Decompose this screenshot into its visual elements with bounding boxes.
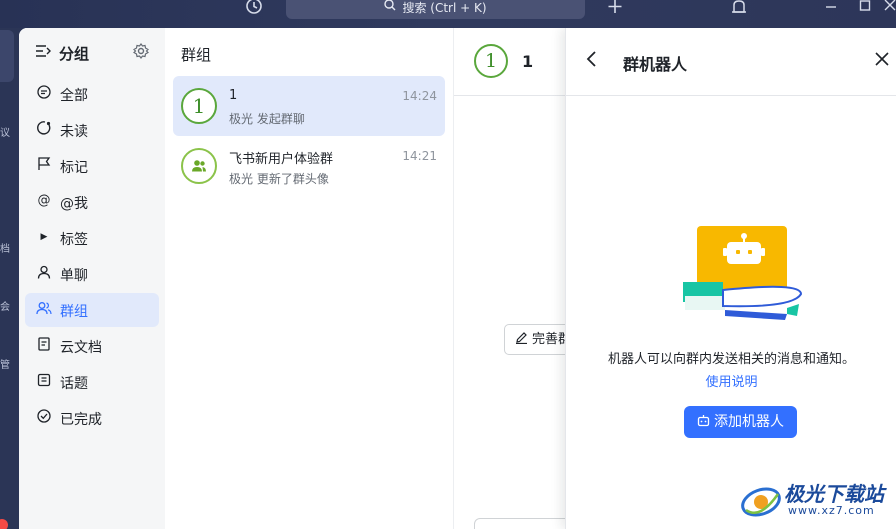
category-label: @我 (60, 196, 88, 212)
category-label: 未读 (60, 124, 88, 140)
chat-list: 群组 1 1 14:24 极光 发起群聊 飞书新用户体验群 14:21 极光 更… (165, 28, 453, 529)
category-label: 全部 (60, 88, 88, 104)
category-label: 群组 (60, 304, 88, 320)
list-item[interactable]: 飞书新用户体验群 14:21 极光 更新了群头像 (173, 136, 445, 196)
robot-illustration (683, 224, 803, 324)
chat-title: 1 (522, 52, 534, 71)
group-icon (191, 158, 207, 174)
usage-link[interactable]: 使用说明 (566, 371, 896, 390)
unread-icon (36, 121, 52, 137)
chat-time: 14:21 (402, 149, 437, 163)
divider (454, 95, 566, 96)
add-bot-button[interactable]: 添加机器人 (684, 406, 797, 438)
alarm-icon[interactable] (729, 0, 749, 20)
category-tags[interactable]: ▶ 标签 (25, 221, 159, 255)
category-groups[interactable]: 群组 (25, 293, 159, 327)
category-sidebar: 分组 全部 未读 标记 @ @我 ▶ 标签 单聊 群组 云文档 话题 已完成 (19, 28, 165, 529)
gear-icon[interactable] (133, 43, 149, 63)
avatar: 1 (181, 88, 217, 124)
check-circle-icon (36, 409, 52, 425)
chat-bubble-icon (36, 85, 52, 101)
category-label: 云文档 (60, 340, 102, 356)
chat-name: 飞书新用户体验群 (229, 152, 334, 167)
category-direct[interactable]: 单聊 (25, 257, 159, 291)
category-label: 标签 (60, 232, 88, 248)
watermark: 极光下载站 www.xz7.com (736, 476, 896, 524)
chat-preview: 极光 更新了群头像 (229, 172, 329, 186)
avatar (181, 148, 217, 184)
message-input[interactable] (474, 518, 574, 529)
list-title: 群组 (181, 46, 212, 64)
rail-label[interactable]: 议 (0, 124, 10, 139)
category-mentions[interactable]: @ @我 (25, 185, 159, 219)
avatar[interactable]: 1 (474, 44, 508, 78)
list-item[interactable]: 1 1 14:24 极光 发起群聊 (173, 76, 445, 136)
chat-preview: 极光 发起群聊 (229, 112, 305, 126)
main-panel: 分组 全部 未读 标记 @ @我 ▶ 标签 单聊 群组 云文档 话题 已完成 群… (19, 28, 896, 529)
chat-area: 1 1 完善群 (453, 28, 584, 529)
rail-label[interactable]: 管 (0, 356, 10, 371)
category-header: 分组 (35, 42, 153, 64)
drawer-description: 机器人可以向群内发送相关的消息和通知。 (607, 352, 855, 367)
minimize-icon[interactable] (821, 0, 841, 20)
drawer-header: 群机器人 (566, 28, 896, 96)
category-label: 单聊 (60, 268, 88, 284)
flag-icon (36, 157, 52, 173)
category-label: 标记 (60, 160, 88, 176)
watermark-url: www.xz7.com (788, 504, 875, 517)
category-label: 话题 (60, 376, 88, 392)
search-label: 搜索 (Ctrl + K) (402, 1, 487, 15)
drawer-title: 群机器人 (623, 55, 688, 74)
rail-active-item[interactable] (0, 30, 14, 82)
edit-icon (515, 332, 532, 347)
notification-badge (0, 519, 8, 529)
category-all[interactable]: 全部 (25, 77, 159, 111)
category-unread[interactable]: 未读 (25, 113, 159, 147)
watermark-logo-icon (740, 480, 782, 524)
category-title: 分组 (59, 45, 90, 63)
search-icon (384, 0, 396, 15)
chat-time: 14:24 (402, 89, 437, 103)
category-topics[interactable]: 话题 (25, 365, 159, 399)
caret-right-icon: ▶ (40, 232, 48, 242)
search-box[interactable]: 搜索 (Ctrl + K) (286, 0, 585, 19)
rail-label[interactable]: 档 (0, 240, 10, 255)
back-icon[interactable] (586, 50, 598, 71)
add-bot-label: 添加机器人 (714, 414, 784, 430)
close-icon[interactable] (874, 50, 890, 70)
app-rail: 议 档 会 管 (0, 28, 19, 529)
group-icon (36, 301, 52, 317)
rail-label[interactable]: 会 (0, 298, 10, 313)
collapse-list-icon[interactable] (35, 44, 51, 62)
category-flagged[interactable]: 标记 (25, 149, 159, 183)
at-icon: @ (37, 193, 51, 208)
title-bar: 搜索 (Ctrl + K) (0, 0, 896, 28)
chat-name: 1 (229, 88, 238, 103)
person-icon (36, 265, 52, 281)
category-done[interactable]: 已完成 (25, 401, 159, 435)
watermark-title: 极光下载站 (784, 482, 884, 506)
group-bot-drawer: 群机器人 机器人可以向群内发送相关的消息和通知。 使用说明 添加机器人 极光下载… (565, 28, 896, 529)
plus-icon[interactable] (605, 0, 625, 20)
window-close-icon[interactable] (880, 0, 896, 20)
category-label: 已完成 (60, 412, 102, 428)
robot-icon (697, 414, 714, 430)
category-docs[interactable]: 云文档 (25, 329, 159, 363)
maximize-icon[interactable] (855, 0, 875, 20)
doc-icon (36, 337, 52, 353)
history-icon[interactable] (244, 0, 264, 20)
topic-icon (36, 373, 52, 389)
